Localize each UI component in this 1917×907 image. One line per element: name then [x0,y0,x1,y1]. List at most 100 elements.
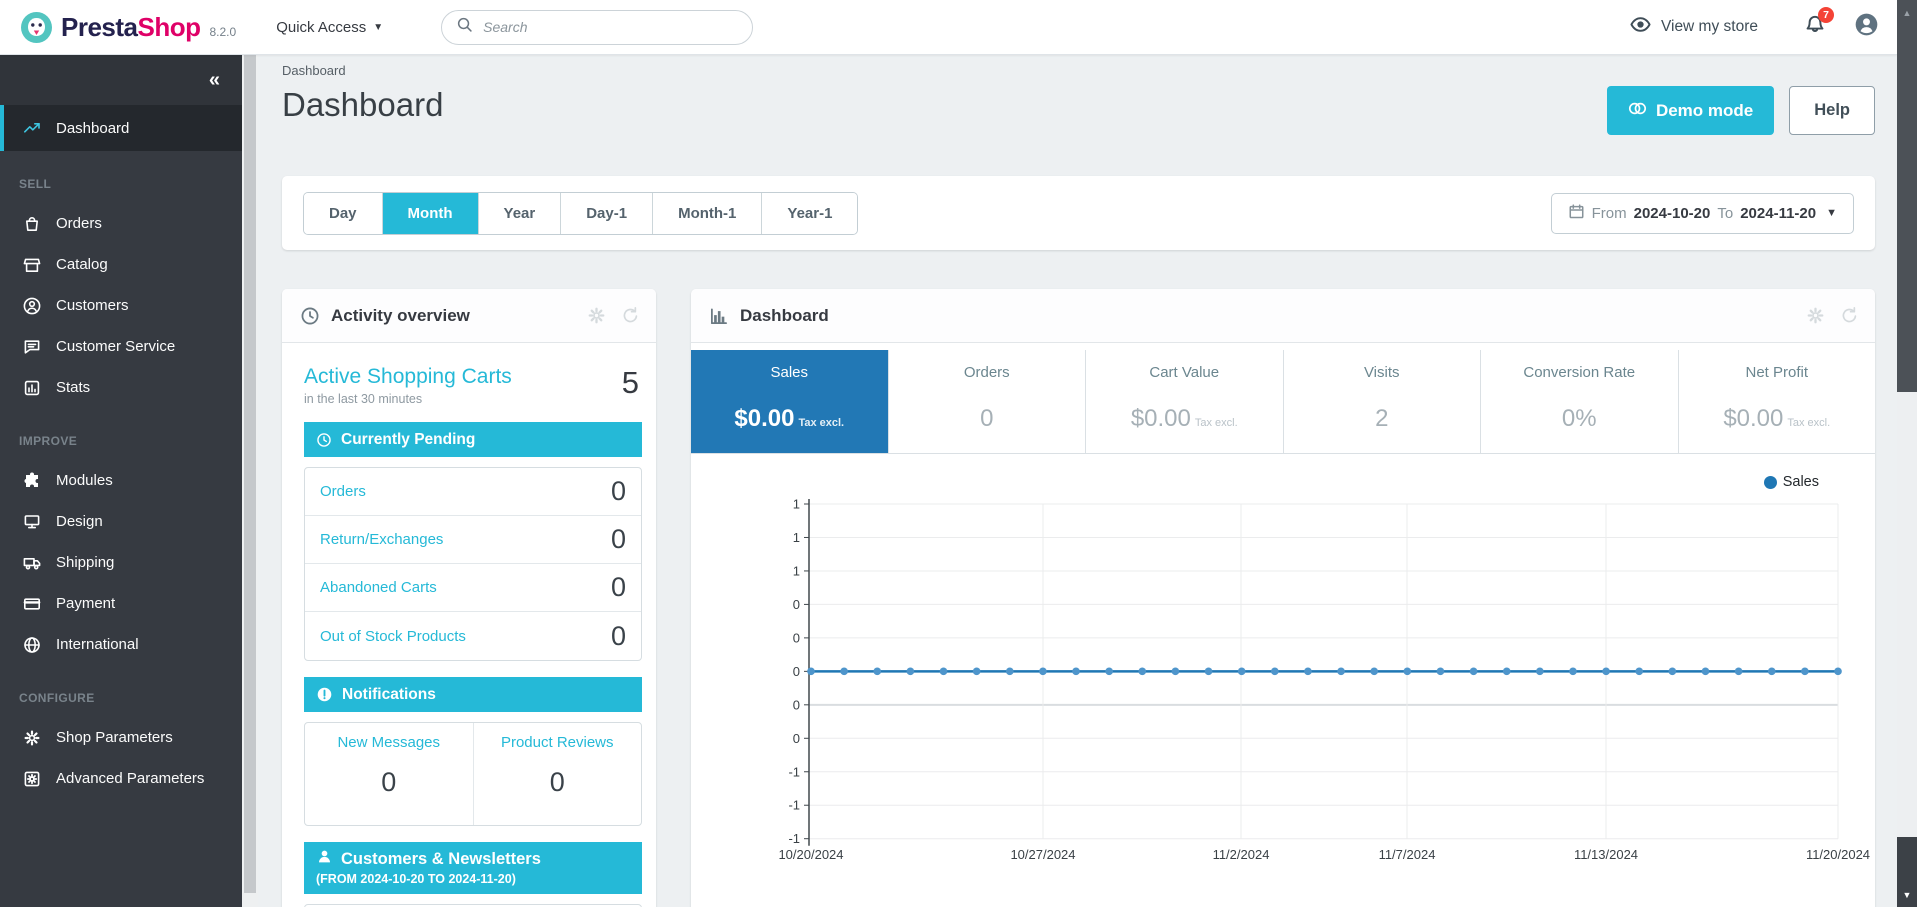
help-button[interactable]: Help [1789,86,1875,135]
kpi-tab-cart-value[interactable]: Cart Value $0.00Tax excl. [1086,350,1284,453]
sidebar-scrollbar-thumb[interactable] [244,55,256,893]
kpi-label: Cart Value [1086,364,1283,381]
search-input[interactable] [483,19,738,35]
brand-text: PrestaShop [61,12,201,43]
customers-newsletters-header: Customers & Newsletters (FROM 2024-10-20… [304,842,642,894]
sidebar-item-payment[interactable]: Payment [0,583,242,624]
main-content: Dashboard Dashboard Demo mode Help DayMo… [258,55,1897,907]
kpi-tab-orders[interactable]: Orders0 [889,350,1087,453]
kpi-tab-conversion-rate[interactable]: Conversion Rate0% [1481,350,1679,453]
pending-row-out-of-stock-products: Out of Stock Products0 [305,612,641,660]
page-scrollbar-thumb[interactable] [1897,26,1917,392]
version-label: 8.2.0 [210,25,237,39]
sidebar-item-international[interactable]: International [0,624,242,665]
sidebar-item-design[interactable]: Design [0,501,242,542]
sidebar-scrollbar[interactable] [242,55,258,907]
scroll-up-button[interactable]: ▲ [1897,0,1917,26]
svg-text:0: 0 [793,697,800,712]
range-tab-month-1[interactable]: Month-1 [653,193,762,234]
prestashop-logo[interactable]: PrestaShop 8.2.0 [20,11,236,44]
range-tab-day[interactable]: Day [304,193,383,234]
date-range-picker[interactable]: From 2024-10-20 To 2024-11-20 ▼ [1551,193,1854,234]
pending-link-abandoned-carts[interactable]: Abandoned Carts [320,579,437,596]
notifications-button[interactable]: 7 [1804,14,1826,41]
pending-link-out-of-stock-products[interactable]: Out of Stock Products [320,628,466,645]
customers-newsletters-range: (FROM 2024-10-20 TO 2024-11-20) [316,872,630,886]
range-tab-year-1[interactable]: Year-1 [762,193,857,234]
kpi-label: Conversion Rate [1481,364,1678,381]
notification-link-product-reviews[interactable]: Product Reviews [474,734,642,751]
sidebar-item-shop-parameters[interactable]: Shop Parameters [0,717,242,758]
range-tab-day-1[interactable]: Day-1 [561,193,653,234]
svg-text:-1: -1 [788,764,800,779]
range-tab-year[interactable]: Year [479,193,562,234]
sidebar-item-modules[interactable]: Modules [0,460,242,501]
svg-text:0: 0 [793,597,800,612]
breadcrumb: Dashboard [282,63,1875,78]
quick-access-menu[interactable]: Quick Access ▼ [276,19,383,36]
page-scrollbar[interactable]: ▲ ▼ [1897,0,1917,907]
chart-legend[interactable]: Sales [1764,474,1819,490]
sidebar-item-shipping[interactable]: Shipping [0,542,242,583]
alert-icon [316,686,333,703]
account-button[interactable] [1854,12,1879,42]
search-icon [456,16,473,38]
trending-up-icon [23,119,41,137]
kpi-tab-visits[interactable]: Visits2 [1284,350,1482,453]
kpi-value: $0.00Tax excl. [1086,405,1283,433]
activity-panel-body: Active Shopping Carts in the last 30 min… [282,343,656,907]
sidebar-item-customers[interactable]: Customers [0,285,242,326]
puzzle-icon [23,472,41,490]
sidebar-item-advanced-parameters[interactable]: Advanced Parameters [0,758,242,799]
refresh-icon[interactable] [1840,306,1859,325]
kpi-value: 0 [889,405,1086,433]
sidebar-section-sell: SELL [19,177,242,191]
sidebar-item-label: International [56,636,139,653]
sidebar-item-catalog[interactable]: Catalog [0,244,242,285]
view-store-link[interactable]: View my store [1630,14,1758,40]
sidebar-item-stats[interactable]: Stats [0,367,242,408]
bar-square-icon [23,379,41,397]
sidebar-item-label: Customer Service [56,338,175,355]
customers-newsletters-title: Customers & Newsletters [341,850,541,869]
scroll-down-button[interactable]: ▼ [1897,837,1917,907]
customer-icon [23,297,41,315]
svg-text:1: 1 [793,497,800,512]
notification-col-product-reviews: Product Reviews0 [474,723,642,825]
bell-icon [1804,23,1826,40]
active-carts-link[interactable]: Active Shopping Carts [304,365,512,389]
person-icon [316,848,333,870]
kpi-tab-sales[interactable]: Sales$0.00Tax excl. [691,350,889,453]
active-carts-subtitle: in the last 30 minutes [304,392,512,406]
gear-icon[interactable] [1806,306,1825,325]
sidebar-item-label: Catalog [56,256,108,273]
time-range-card: DayMonthYearDay-1Month-1Year-1 From 2024… [282,176,1875,250]
pending-link-orders[interactable]: Orders [320,483,366,500]
kpi-tab-net-profit[interactable]: Net Profit$0.00Tax excl. [1679,350,1876,453]
prestashop-monkey-icon [20,11,53,44]
collapse-sidebar-button[interactable]: « [209,69,220,92]
sidebar-item-label: Orders [56,215,102,232]
notification-link-new-messages[interactable]: New Messages [305,734,473,751]
demo-mode-button[interactable]: Demo mode [1607,86,1774,135]
activity-overview-panel: Activity overview Active Shopping Carts … [282,289,656,907]
clock-icon [316,432,332,448]
refresh-icon[interactable] [621,306,640,325]
gear-icon[interactable] [587,306,606,325]
pending-row-abandoned-carts: Abandoned Carts0 [305,564,641,612]
currently-pending-title: Currently Pending [341,431,475,449]
clock-icon [300,306,320,326]
pending-link-return-exchanges[interactable]: Return/Exchanges [320,531,443,548]
range-tab-month[interactable]: Month [383,193,479,234]
caret-down-icon: ▼ [373,22,383,33]
pending-value-return-exchanges: 0 [611,524,626,555]
sidebar-item-customer-service[interactable]: Customer Service [0,326,242,367]
dashboard-panel-tools [1806,306,1859,325]
sidebar-item-dashboard[interactable]: Dashboard [0,105,242,151]
kpi-suffix: Tax excl. [1787,417,1830,429]
chat-icon [23,338,41,356]
sidebar-item-orders[interactable]: Orders [0,203,242,244]
sidebar-section-improve: IMPROVE [19,434,242,448]
sidebar-item-label: Payment [56,595,115,612]
avatar-icon [1854,24,1879,41]
